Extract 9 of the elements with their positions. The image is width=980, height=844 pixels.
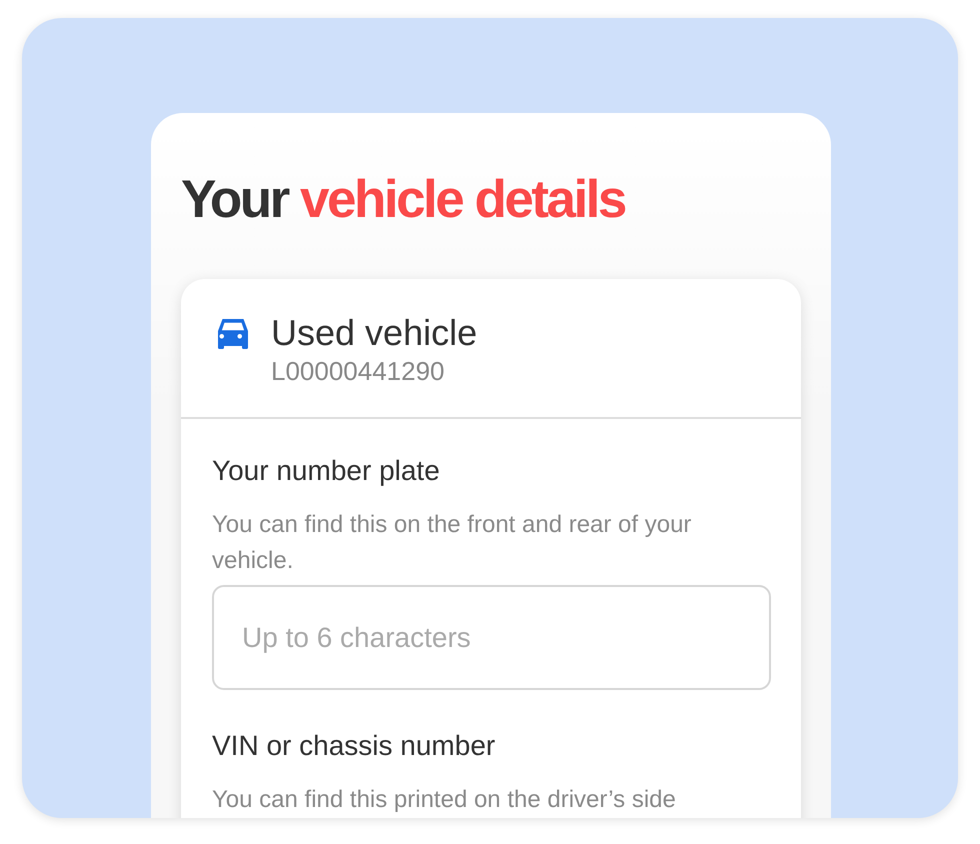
page-heading: Your vehicle details xyxy=(181,169,626,231)
field-label: VIN or chassis number xyxy=(212,729,496,763)
field-help: You can find this printed on the driver’s side xyxy=(212,785,677,815)
vehicle-reference: L00000441290 xyxy=(271,355,446,387)
field-help: You can find this on the front and rear of your vehicle. xyxy=(212,510,692,576)
input-field[interactable]: Up to 6 characters xyxy=(212,585,771,690)
car-icon xyxy=(215,317,251,351)
vehicle-title: Used vehicle xyxy=(271,311,478,355)
field-label: Your number plate xyxy=(212,454,441,488)
